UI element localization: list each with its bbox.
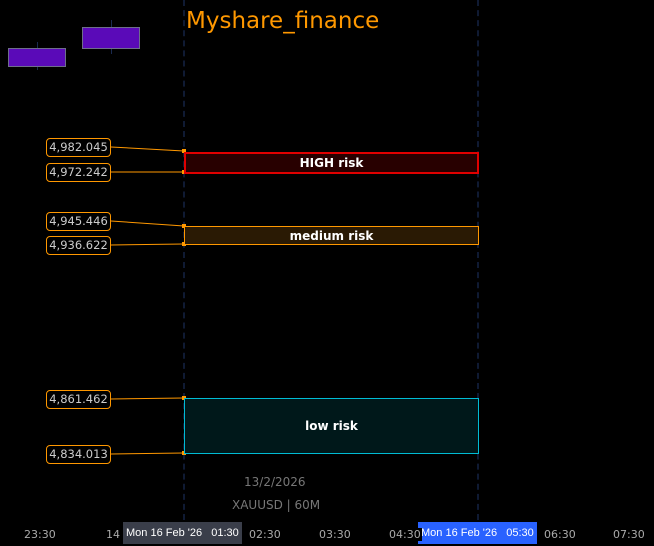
medium-risk-zone[interactable]: medium risk <box>184 226 479 245</box>
time-tick: 04:30 <box>388 528 422 541</box>
price-label-low-bottom: 4,834.013 <box>46 445 111 464</box>
price-label-medium-top: 4,945.446 <box>46 212 111 231</box>
time-tick: 02:30 <box>248 528 282 541</box>
medium-risk-label: medium risk <box>289 228 374 243</box>
crosshair-time-right: Mon 16 Feb '26 05:30 <box>418 522 537 544</box>
time-tick: 23:30 <box>23 528 57 541</box>
connector-lines <box>110 146 186 455</box>
price-label-low-top: 4,861.462 <box>46 390 111 409</box>
time-tick: 06:30 <box>543 528 577 541</box>
time-tick: 07:30 <box>612 528 646 541</box>
time-tick: 14 <box>105 528 121 541</box>
high-risk-label: HIGH risk <box>299 156 364 170</box>
low-risk-label: low risk <box>305 419 358 433</box>
price-label-high-top: 4,982.045 <box>46 138 111 157</box>
time-tick: 03:30 <box>318 528 352 541</box>
price-label-medium-bottom: 4,936.622 <box>46 236 111 255</box>
high-risk-zone[interactable]: HIGH risk <box>184 152 479 174</box>
price-label-high-bottom: 4,972.242 <box>46 163 111 182</box>
date-caption: 13/2/2026 <box>244 475 306 489</box>
crosshair-time-left: Mon 16 Feb '26 01:30 <box>123 522 242 544</box>
symbol-caption: XAUUSD | 60M <box>232 498 321 512</box>
low-risk-zone[interactable]: low risk <box>184 398 479 454</box>
